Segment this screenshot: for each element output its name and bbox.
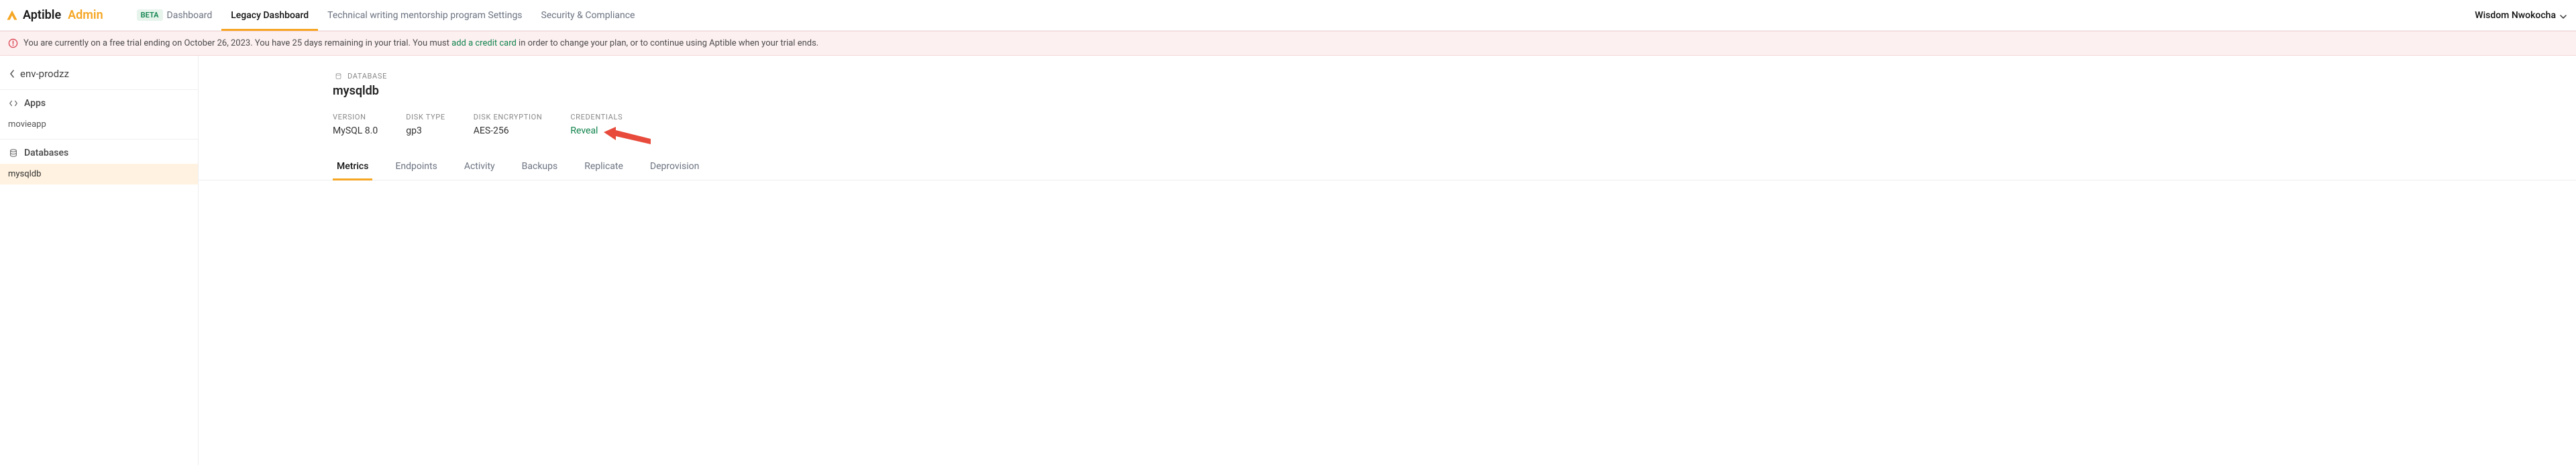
sidebar-section-label: Databases	[24, 148, 68, 158]
db-title: mysqldb	[333, 84, 2576, 98]
main-panel: DATABASE mysqldb VERSION MySQL 8.0 DISK …	[199, 56, 2576, 465]
aptible-logo-icon	[5, 9, 19, 22]
annotation-arrow-icon	[604, 127, 651, 147]
trial-text-pre: You are currently on a free trial ending…	[23, 38, 451, 48]
db-kicker: DATABASE	[333, 70, 2576, 81]
top-nav: Aptible Admin BETA Dashboard Legacy Dash…	[0, 0, 2576, 31]
user-name: Wisdom Nwokocha	[2475, 10, 2556, 21]
nav-tabs: BETA Dashboard Legacy Dashboard Technica…	[127, 0, 645, 30]
sidebar-section-apps: Apps	[0, 90, 198, 114]
sidebar-section-databases: Databases	[0, 140, 198, 164]
db-meta-value: MySQL 8.0	[333, 125, 378, 136]
sidebar: env-prodzz Apps movieapp Databases mysql…	[0, 56, 199, 465]
db-meta-label: CREDENTIALS	[570, 113, 623, 121]
sidebar-item-movieapp[interactable]: movieapp	[0, 114, 198, 135]
warning-icon	[8, 38, 18, 48]
db-meta-label: VERSION	[333, 113, 378, 121]
database-icon	[8, 148, 19, 158]
db-meta-credentials: CREDENTIALS Reveal	[570, 113, 623, 136]
db-meta-value: gp3	[406, 125, 445, 136]
add-credit-card-link[interactable]: add a credit card	[451, 38, 517, 48]
nav-tab-label: Legacy Dashboard	[231, 10, 309, 21]
subtab-activity[interactable]: Activity	[460, 161, 499, 180]
db-meta-label: DISK ENCRYPTION	[474, 113, 543, 121]
subtab-endpoints[interactable]: Endpoints	[391, 161, 441, 180]
nav-tab-settings[interactable]: Technical writing mentorship program Set…	[318, 0, 531, 30]
db-kicker-label: DATABASE	[347, 72, 387, 81]
db-meta-value: AES-256	[474, 125, 543, 136]
nav-tab-security[interactable]: Security & Compliance	[532, 0, 645, 30]
chevron-left-icon	[9, 69, 15, 78]
nav-tab-legacy-dashboard[interactable]: Legacy Dashboard	[221, 0, 318, 30]
db-meta-disk-type: DISK TYPE gp3	[406, 113, 445, 136]
trial-banner: You are currently on a free trial ending…	[0, 31, 2576, 56]
db-subtabs: Metrics Endpoints Activity Backups Repli…	[199, 154, 2576, 180]
chevron-down-icon	[2560, 12, 2567, 19]
db-meta-disk-encryption: DISK ENCRYPTION AES-256	[474, 113, 543, 136]
brand-name: Aptible	[23, 8, 61, 22]
nav-tab-label: Security & Compliance	[541, 10, 635, 21]
database-icon	[333, 70, 343, 81]
sidebar-item-mysqldb[interactable]: mysqldb	[0, 164, 198, 184]
trial-text-post: in order to change your plan, or to cont…	[517, 38, 818, 48]
credentials-reveal-link[interactable]: Reveal	[570, 125, 598, 136]
sidebar-back[interactable]: env-prodzz	[0, 58, 198, 90]
beta-badge: BETA	[137, 9, 163, 21]
nav-tab-label: Technical writing mentorship program Set…	[327, 10, 522, 21]
subtab-backups[interactable]: Backups	[518, 161, 562, 180]
brand-admin: Admin	[68, 8, 103, 22]
db-meta-label: DISK TYPE	[406, 113, 445, 121]
db-meta: VERSION MySQL 8.0 DISK TYPE gp3 DISK ENC…	[333, 113, 2576, 136]
nav-tab-label: Dashboard	[167, 10, 213, 21]
db-meta-version: VERSION MySQL 8.0	[333, 113, 378, 136]
sidebar-section-label: Apps	[24, 98, 46, 109]
subtab-deprovision[interactable]: Deprovision	[646, 161, 704, 180]
subtab-replicate[interactable]: Replicate	[580, 161, 627, 180]
trial-text: You are currently on a free trial ending…	[23, 38, 818, 48]
brand[interactable]: Aptible Admin	[5, 8, 103, 22]
user-menu[interactable]: Wisdom Nwokocha	[2475, 10, 2567, 21]
sidebar-back-label: env-prodzz	[20, 68, 69, 80]
nav-tab-dashboard[interactable]: BETA Dashboard	[127, 0, 222, 30]
subtab-metrics[interactable]: Metrics	[333, 161, 372, 180]
code-icon	[8, 98, 19, 109]
